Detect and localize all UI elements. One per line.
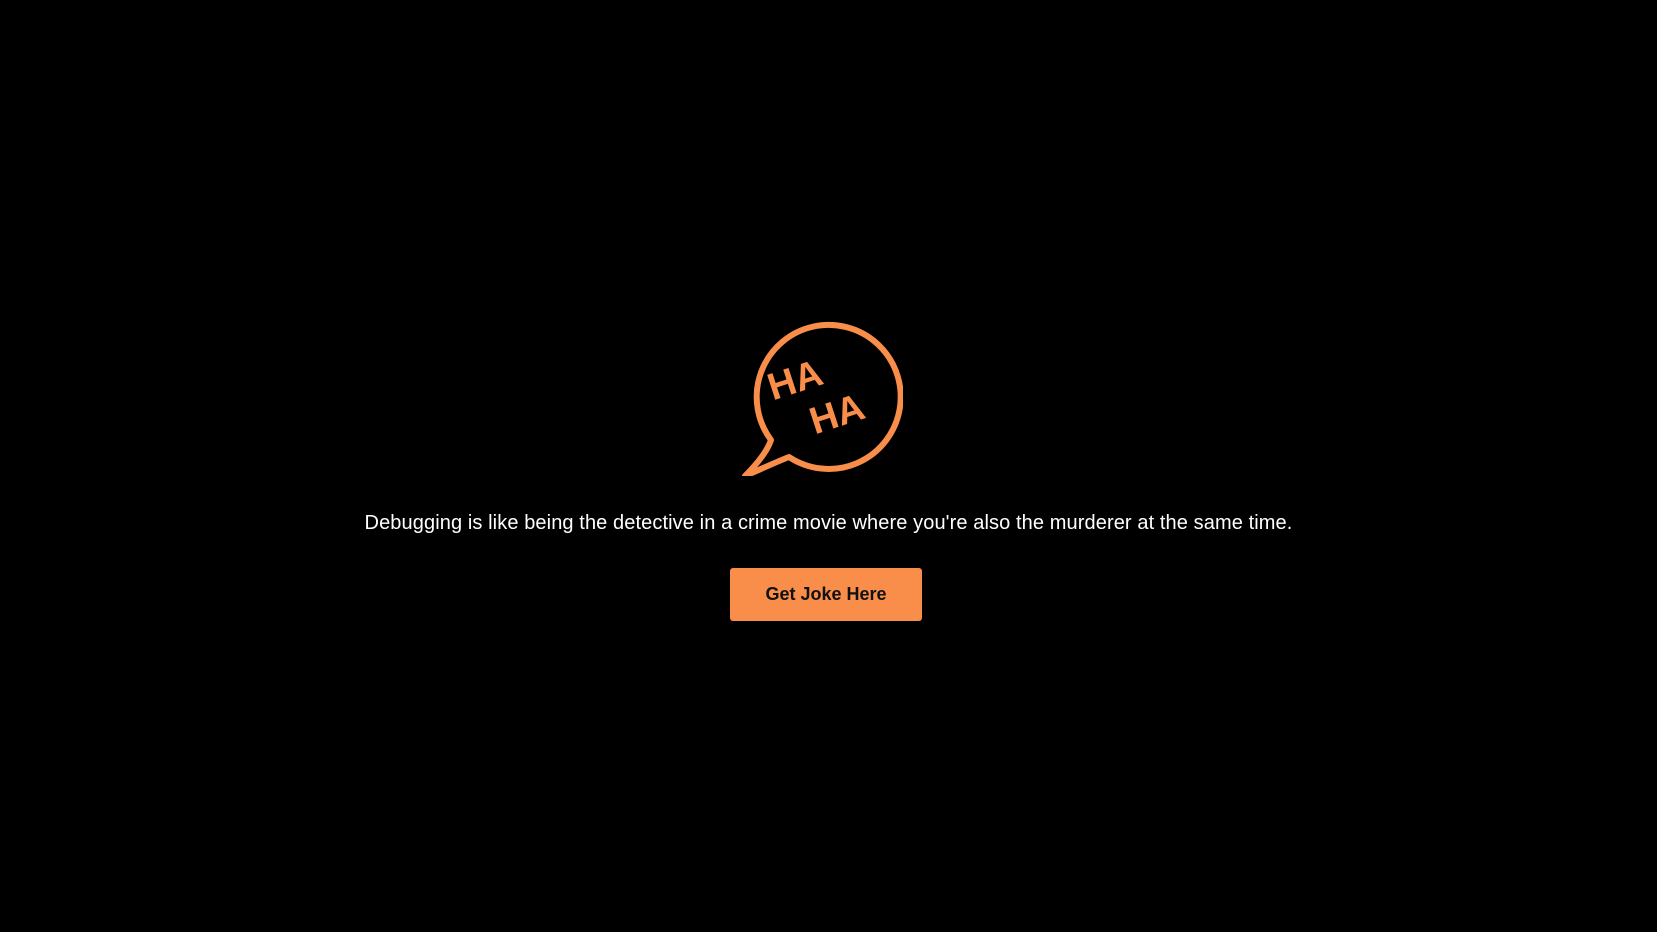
get-joke-button[interactable]: Get Joke Here [730,568,922,621]
haha-speech-bubble-icon: HA HA [741,314,903,476]
joke-text: Debugging is like being the detective in… [364,512,1293,534]
joke-page: HA HA Debugging is like being the detect… [0,0,1657,932]
